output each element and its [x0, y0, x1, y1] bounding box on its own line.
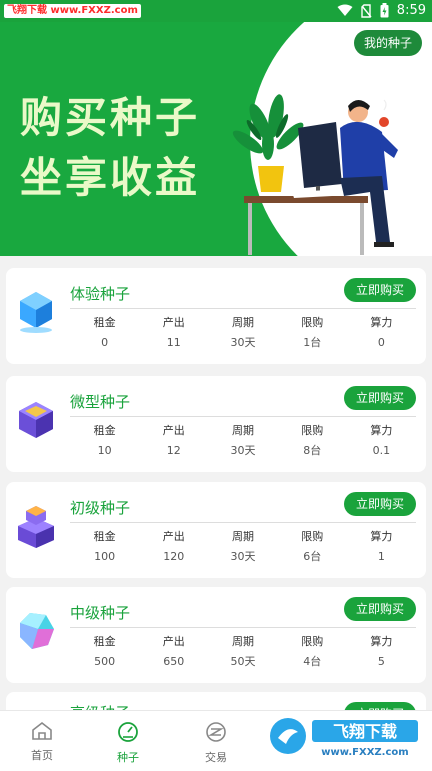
seed-name: 中级种子	[70, 604, 131, 622]
purple-stack-icon	[18, 506, 54, 548]
clock: 8:59	[396, 3, 426, 18]
limit-label: 限购	[301, 316, 324, 329]
limit-label: 限购	[301, 635, 324, 648]
status-icons: 8:59	[337, 3, 426, 18]
seed-name: 初级种子	[70, 499, 131, 517]
tab-seeds-label: 种子	[117, 751, 139, 764]
seed-card: 体验种子 立即购买 租金 0 产出 11 周期 30天 限购 1台 算力 0	[6, 268, 426, 364]
office-worker-illustration	[232, 94, 398, 255]
svg-text:www.FXXZ.com: www.FXXZ.com	[321, 747, 408, 758]
limit-value: 8台	[303, 444, 322, 457]
rent-label: 租金	[93, 635, 116, 648]
cycle-label: 周期	[232, 424, 254, 437]
gem-icon	[20, 613, 54, 649]
power-label: 算力	[370, 530, 393, 543]
rent-label: 租金	[93, 424, 116, 437]
power-value: 0.1	[372, 444, 391, 457]
output-value: 650	[163, 655, 185, 668]
cycle-value: 30天	[230, 444, 256, 457]
tab-home-label: 首页	[31, 749, 53, 762]
rent-value: 500	[94, 655, 116, 668]
battery-icon	[380, 3, 389, 18]
rent-label: 租金	[93, 530, 116, 543]
output-value: 12	[166, 444, 181, 457]
divider	[70, 522, 416, 523]
divider	[70, 416, 416, 417]
seed-card: 初级种子 立即购买 租金 100 产出 120 周期 30天 限购 6台 算力 1	[6, 482, 426, 578]
limit-value: 1台	[303, 336, 322, 349]
watermark-text: 飞翔下载 www.FXXZ.com	[4, 4, 141, 18]
hero-banner: 购买种子 坐享收益 我的种子	[0, 22, 432, 256]
cycle-label: 周期	[232, 316, 254, 329]
cycle-value: 30天	[230, 336, 256, 349]
buy-now-button[interactable]: 立即购买	[344, 278, 416, 302]
purple-gold-cube-icon	[19, 402, 53, 438]
no-sim-icon	[361, 3, 372, 18]
cycle-label: 周期	[232, 530, 254, 543]
cycle-value: 50天	[230, 655, 256, 668]
home-icon	[32, 721, 52, 740]
power-value: 5	[377, 655, 385, 668]
seed-name: 高级种子	[70, 702, 130, 710]
fxxz-logo-watermark: 飞翔下载 www.FXXZ.com	[266, 712, 426, 760]
limit-value: 6台	[303, 550, 322, 563]
output-label: 产出	[162, 530, 185, 543]
blue-cube-icon	[20, 292, 52, 333]
svg-text:飞翔下载: 飞翔下载	[333, 722, 397, 741]
seed-stats: 租金 500 产出 650 周期 50天 限购 4台 算力 5	[70, 634, 416, 670]
output-label: 产出	[162, 316, 185, 329]
my-seeds-button[interactable]: 我的种子	[353, 30, 422, 56]
tab-trade[interactable]: 交易	[186, 721, 246, 765]
status-bar: 飞翔下载 www.FXXZ.com 8:59	[0, 0, 432, 22]
buy-now-button[interactable]: 立即购买	[344, 386, 416, 410]
gauge-icon	[118, 722, 138, 742]
rent-value: 10	[97, 444, 112, 457]
power-value: 1	[377, 550, 385, 563]
seed-name: 微型种子	[70, 393, 131, 411]
limit-value: 4台	[303, 655, 322, 668]
divider	[70, 308, 416, 309]
limit-label: 限购	[301, 530, 324, 543]
buy-now-button[interactable]: 立即购买	[344, 492, 416, 516]
tab-seeds[interactable]: 种子	[98, 721, 158, 765]
power-label: 算力	[370, 635, 393, 648]
banner-slogan-line1: 购买种子	[20, 93, 201, 142]
divider	[70, 627, 416, 628]
power-label: 算力	[370, 424, 393, 437]
rent-value: 0	[101, 336, 109, 349]
seed-stats: 租金 10 产出 12 周期 30天 限购 8台 算力 0.1	[70, 423, 416, 459]
tab-trade-label: 交易	[205, 751, 227, 764]
tab-home[interactable]: 首页	[12, 721, 72, 763]
output-value: 120	[163, 550, 185, 563]
seed-card: 中级种子 立即购买 租金 500 产出 650 周期 50天 限购 4台 算力 5	[6, 587, 426, 683]
banner-slogan-line2: 坐享收益	[20, 153, 201, 202]
cycle-label: 周期	[232, 635, 254, 648]
wifi-icon	[337, 4, 353, 16]
seed-stats: 租金 0 产出 11 周期 30天 限购 1台 算力 0	[70, 315, 416, 351]
power-value: 0	[377, 336, 385, 349]
power-label: 算力	[370, 316, 393, 329]
seed-card: 微型种子 立即购买 租金 10 产出 12 周期 30天 限购 8台 算力 0.1	[6, 376, 426, 472]
seed-stats: 租金 100 产出 120 周期 30天 限购 6台 算力 1	[70, 529, 416, 565]
output-label: 产出	[162, 635, 185, 648]
rent-label: 租金	[93, 316, 116, 329]
output-value: 11	[166, 336, 181, 349]
trade-icon	[206, 722, 226, 742]
buy-now-button[interactable]: 立即购买	[344, 597, 416, 621]
cycle-value: 30天	[230, 550, 256, 563]
limit-label: 限购	[301, 424, 324, 437]
seed-name: 体验种子	[70, 285, 131, 303]
output-label: 产出	[162, 424, 185, 437]
rent-value: 100	[94, 550, 116, 563]
